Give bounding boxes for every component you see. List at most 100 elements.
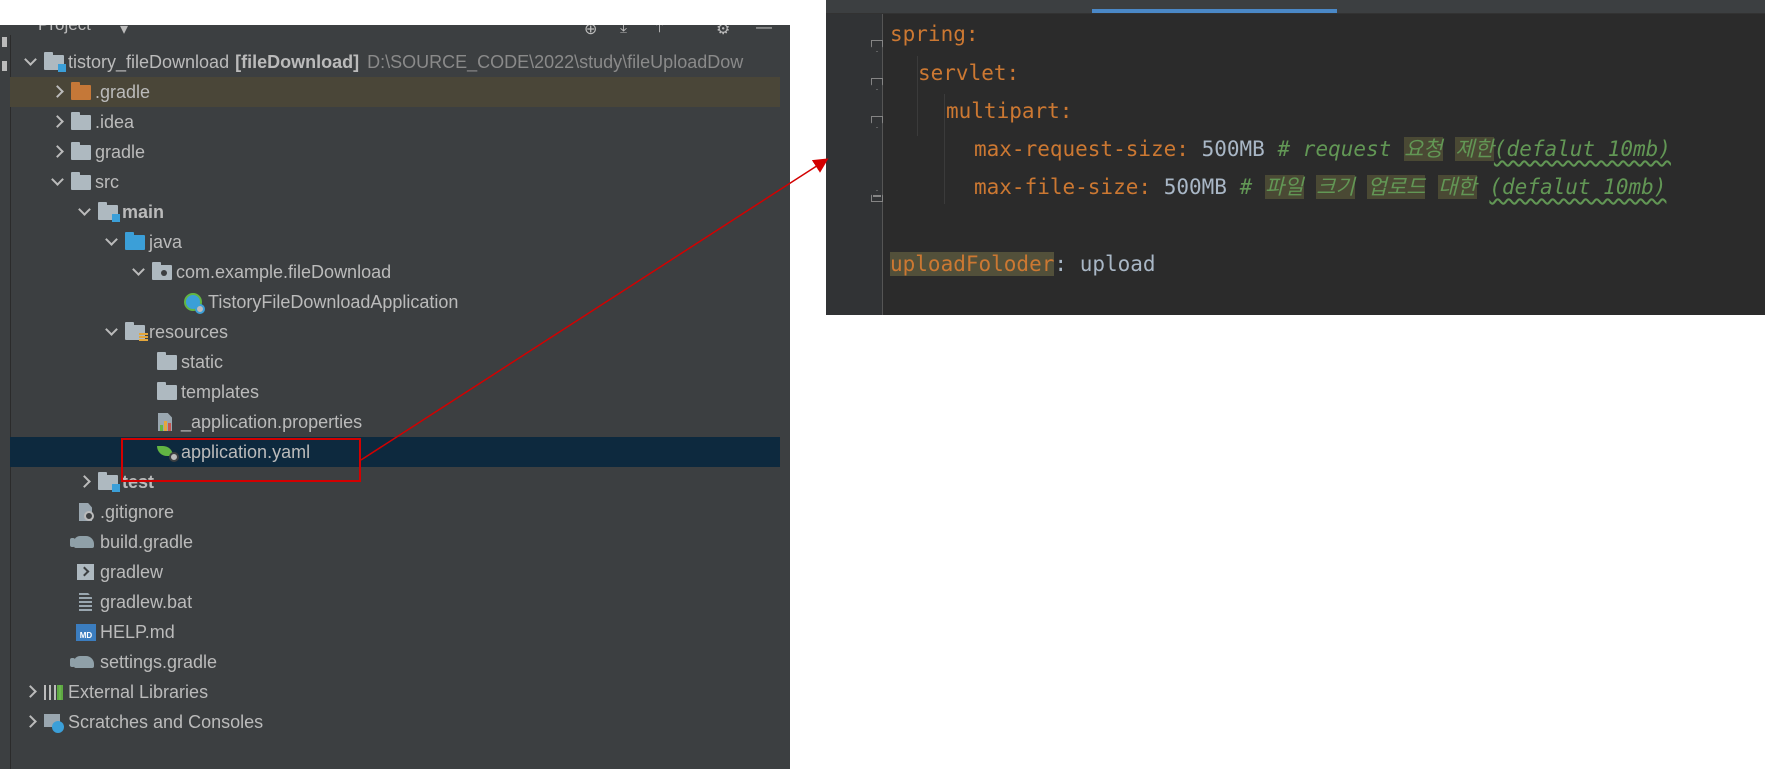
fold-marker-icon[interactable]	[871, 40, 883, 52]
yaml-editor[interactable]: spring: servlet: multipart: max-request-…	[826, 0, 1765, 315]
tree-label: .gradle	[95, 81, 151, 102]
collapse-all-icon[interactable]: ⤒	[656, 25, 663, 37]
code-line: max-file-size: 500MB # 파일 크기 업로드 대한 (def…	[974, 173, 1666, 201]
chevron-right-icon[interactable]	[20, 707, 42, 737]
folder-orange-icon	[69, 77, 93, 107]
tree-label: .idea	[95, 111, 135, 132]
chevron-down-icon[interactable]	[47, 167, 69, 197]
yaml-key: max-file-size	[974, 175, 1139, 199]
tree-row-gradlew[interactable]: gradlew	[10, 557, 780, 587]
tree-row-help-md[interactable]: MD HELP.md	[10, 617, 780, 647]
fold-marker-icon[interactable]	[871, 78, 883, 90]
comment-word: (defalut 10mb)	[1493, 137, 1671, 161]
tree-row-project-root[interactable]: tistory_fileDownload [fileDownload] D:\S…	[10, 47, 780, 77]
tree-label: Scratches and Consoles	[68, 711, 264, 732]
chevron-right-icon[interactable]	[20, 677, 42, 707]
editor-gutter	[826, 14, 883, 315]
chevron-right-icon[interactable]	[47, 107, 69, 137]
yaml-value: 500MB	[1201, 137, 1265, 161]
yaml-colon: :	[965, 22, 979, 46]
package-icon	[150, 257, 174, 287]
source-root-folder-icon	[96, 197, 120, 227]
project-panel-title[interactable]: Project	[38, 25, 91, 35]
editor-tab-strip[interactable]	[826, 0, 1765, 14]
tree-row-resources[interactable]: resources	[10, 317, 780, 347]
project-panel-header: Project ▾ ⊕ ⤓ ⤒ ⚙ —	[10, 25, 790, 38]
test-folder-icon	[96, 467, 120, 497]
chevron-right-icon[interactable]	[74, 467, 96, 497]
gradle-elephant-icon	[70, 647, 98, 677]
folder-icon	[69, 167, 93, 197]
chevron-down-icon[interactable]	[101, 227, 123, 257]
tree-row-application-class[interactable]: TistoryFileDownloadApplication	[10, 287, 780, 317]
tree-row-package[interactable]: com.example.fileDownload	[10, 257, 780, 287]
tree-row-src[interactable]: src	[10, 167, 780, 197]
yaml-value: 500MB	[1163, 175, 1227, 199]
tree-row-static[interactable]: static	[10, 347, 780, 377]
comment-word: 크기	[1316, 175, 1355, 199]
scratches-icon	[42, 707, 66, 737]
tree-label: templates	[181, 381, 260, 402]
gitignore-file-icon	[74, 497, 98, 527]
tree-label: TistoryFileDownloadApplication	[208, 291, 459, 312]
yaml-colon: :	[1054, 252, 1068, 276]
yaml-comment: # 파일 크기 업로드 대한 (defalut 10mb)	[1239, 175, 1667, 199]
yaml-key: spring	[890, 22, 966, 46]
comment-word: 제한	[1455, 137, 1494, 161]
tree-row-templates[interactable]: templates	[10, 377, 780, 407]
chevron-down-icon[interactable]	[128, 257, 150, 287]
yaml-colon: :	[1059, 99, 1073, 123]
code-line: max-request-size: 500MB # request 요청 제한(…	[974, 135, 1671, 163]
tree-label: External Libraries	[68, 681, 209, 702]
tree-row-gitignore[interactable]: .gitignore	[10, 497, 780, 527]
tree-row-java[interactable]: java	[10, 227, 780, 257]
comment-word: 대한	[1438, 175, 1477, 199]
chevron-down-icon[interactable]	[20, 47, 42, 77]
code-line: servlet:	[918, 59, 1019, 87]
tree-label: HELP.md	[100, 621, 175, 642]
chevron-right-icon[interactable]	[47, 77, 69, 107]
tree-row-gradle-dir[interactable]: .gradle	[10, 77, 780, 107]
active-tab-indicator	[1092, 9, 1337, 13]
tree-row-build-gradle[interactable]: build.gradle	[10, 527, 780, 557]
tree-row-idea[interactable]: .idea	[10, 107, 780, 137]
expand-all-icon[interactable]: ⤓	[620, 25, 627, 37]
yaml-value: upload	[1079, 252, 1156, 276]
tree-label: com.example.fileDownload	[176, 261, 392, 282]
comment-word: (defalut 10mb)	[1489, 175, 1667, 199]
tree-row-external-libraries[interactable]: External Libraries	[10, 677, 780, 707]
chevron-down-icon[interactable]	[74, 197, 96, 227]
gear-icon[interactable]: ⚙	[716, 25, 730, 39]
tree-label: tistory_fileDownload	[68, 51, 230, 72]
locate-file-icon[interactable]: ⊕	[584, 25, 597, 39]
yaml-colon: :	[1138, 175, 1152, 199]
tree-label: src	[95, 171, 119, 192]
tree-row-gradlew-bat[interactable]: gradlew.bat	[10, 587, 780, 617]
hide-icon[interactable]: —	[756, 25, 772, 37]
terminal-file-icon	[74, 557, 98, 587]
tree-label: static	[181, 351, 224, 372]
tree-label: gradlew	[100, 561, 164, 582]
yaml-colon: :	[1176, 137, 1189, 161]
tree-row-settings-gradle[interactable]: settings.gradle	[10, 647, 780, 677]
tree-label: .gitignore	[100, 501, 175, 522]
tree-row-gradle[interactable]: gradle	[10, 137, 780, 167]
tree-row-properties[interactable]: _application.properties	[10, 407, 780, 437]
yaml-key: max-request-size	[974, 137, 1177, 161]
module-name: [fileDownload]	[235, 51, 360, 72]
resources-folder-icon	[123, 317, 148, 347]
tree-row-main[interactable]: main	[10, 197, 780, 227]
highlight-box	[121, 438, 361, 482]
fold-marker-icon[interactable]	[871, 190, 883, 202]
chevron-down-icon[interactable]	[101, 317, 123, 347]
gradle-elephant-icon	[70, 527, 98, 557]
libraries-icon	[42, 677, 66, 707]
yaml-comment: # request 요청 제한(defalut 10mb)	[1277, 137, 1671, 161]
comment-hash: #	[1239, 175, 1253, 199]
tree-label: main	[122, 201, 165, 222]
chevron-down-icon[interactable]: ▾	[120, 25, 128, 39]
yaml-key: servlet	[918, 61, 1007, 85]
fold-marker-icon[interactable]	[871, 116, 883, 128]
chevron-right-icon[interactable]	[47, 137, 69, 167]
tree-row-scratches[interactable]: Scratches and Consoles	[10, 707, 780, 737]
